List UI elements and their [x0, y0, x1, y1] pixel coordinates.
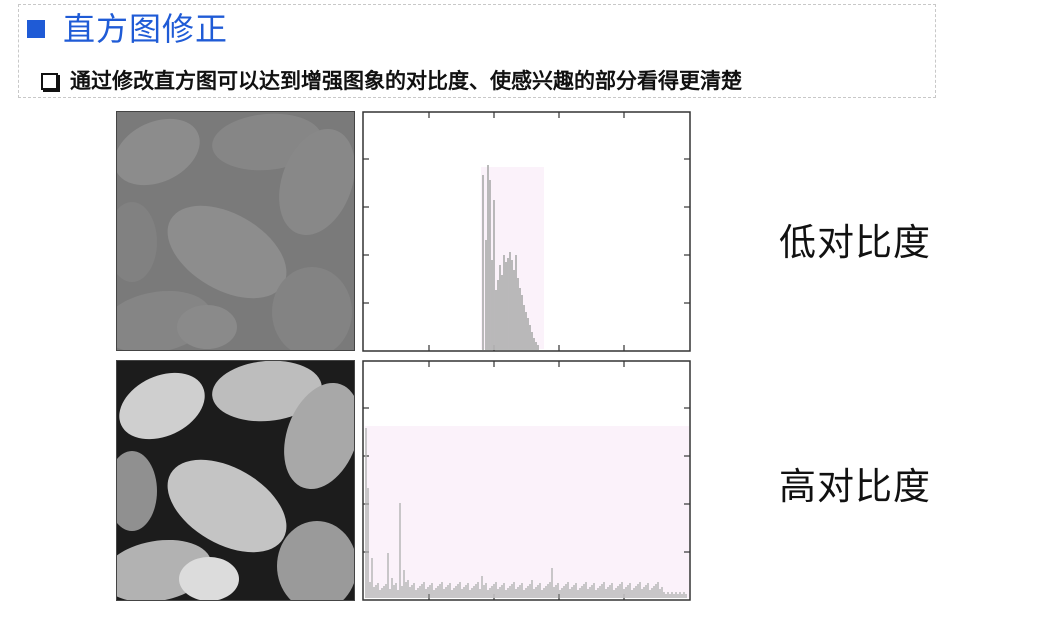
subtitle-row: 通过修改直方图可以达到增强图象的对比度、使感兴趣的部分看得更清楚: [41, 67, 742, 95]
page-title: 直方图修正: [63, 10, 229, 48]
title-row: 直方图修正: [27, 9, 228, 49]
histogram-highlight: [365, 426, 689, 598]
low-contrast-image: [116, 111, 355, 351]
high-contrast-label: 高对比度: [779, 465, 931, 508]
pollen-grains-high-contrast-photo: [117, 361, 354, 600]
low-contrast-histogram: [362, 111, 691, 352]
pollen-grains-low-contrast-photo: [117, 112, 354, 350]
checkbox-bullet-icon: [41, 72, 58, 90]
high-contrast-histogram: [362, 360, 691, 601]
square-bullet-icon: [27, 20, 45, 38]
histogram-chart: [362, 360, 691, 601]
low-contrast-label: 低对比度: [779, 221, 931, 264]
title-box: 直方图修正 通过修改直方图可以达到增强图象的对比度、使感兴趣的部分看得更清楚: [18, 4, 936, 98]
high-contrast-image: [116, 360, 355, 601]
subtitle: 通过修改直方图可以达到增强图象的对比度、使感兴趣的部分看得更清楚: [70, 69, 742, 93]
histogram-chart: [362, 111, 691, 352]
